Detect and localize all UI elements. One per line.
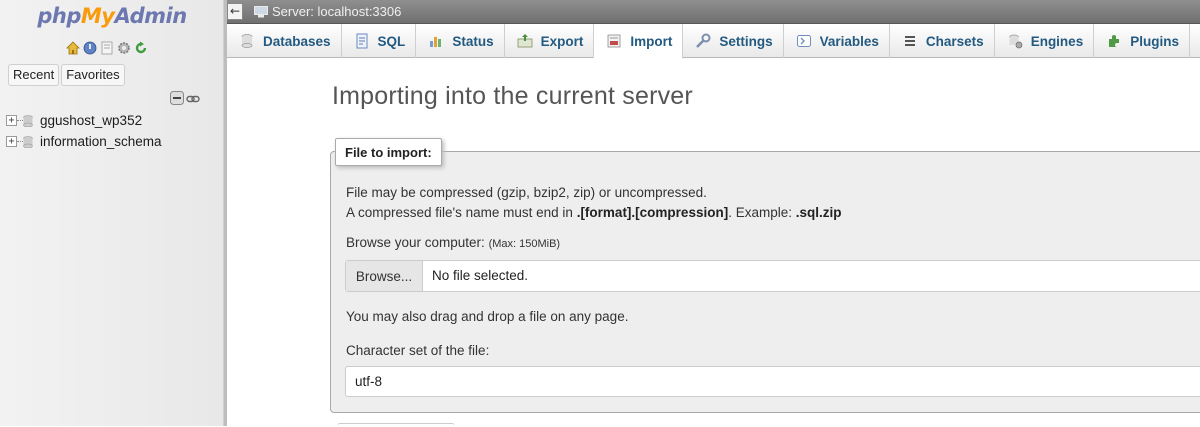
page-title: Importing into the current server	[332, 82, 693, 110]
import-icon	[607, 34, 621, 48]
server-breadcrumb-bar: ← Server: localhost:3306	[227, 0, 1200, 24]
browse-button[interactable]: Browse...	[346, 261, 423, 291]
tab-label: Plugins	[1130, 33, 1179, 49]
reload-icon[interactable]	[134, 41, 148, 55]
export-icon	[517, 34, 532, 48]
recent-favorites-tabs: Recent Favorites	[8, 64, 125, 86]
status-icon	[430, 37, 442, 47]
link-with-main-panel-icon[interactable]	[186, 93, 200, 108]
phpmyadmin-logo[interactable]: phpMyAdmin	[0, 4, 224, 28]
tab-import[interactable]: Import	[594, 24, 684, 59]
info-line-2: A compressed file's name must end in .[f…	[346, 204, 842, 220]
tab-label: Variables	[819, 33, 879, 49]
collapse-all-icon[interactable]	[170, 91, 184, 109]
tab-label: Engines	[1030, 33, 1084, 49]
expand-plus-icon[interactable]: +	[6, 115, 17, 126]
engines-icon	[1008, 34, 1023, 49]
sql-icon	[356, 33, 367, 49]
tab-label: Charsets	[925, 33, 984, 49]
docs-icon[interactable]	[100, 41, 114, 55]
tab-label: Settings	[719, 33, 773, 49]
charset-label: Character set of the file:	[346, 343, 490, 358]
tab-variables[interactable]: Variables	[784, 24, 890, 58]
database-name[interactable]: ggushost_wp352	[40, 113, 142, 128]
tab-label: Import	[630, 33, 673, 49]
plugins-icon	[1109, 35, 1120, 47]
home-icon[interactable]	[66, 41, 80, 55]
charset-select[interactable]: utf-8	[345, 366, 1200, 397]
database-item[interactable]: + information_schema	[6, 131, 162, 152]
tab-label: Status	[452, 33, 494, 49]
database-icon	[241, 34, 253, 48]
wrench-icon	[696, 33, 711, 48]
charsets-icon	[904, 36, 915, 46]
tab-plugins[interactable]: Plugins	[1094, 24, 1190, 58]
tab-databases[interactable]: Databases	[227, 24, 342, 58]
fieldset-legend: File to import:	[335, 138, 442, 166]
settings-icon[interactable]	[117, 41, 131, 55]
tab-charsets[interactable]: Charsets	[890, 24, 995, 58]
sidebar-resize-handle[interactable]	[224, 0, 227, 426]
tab-engines[interactable]: Engines	[995, 24, 1095, 58]
tab-settings[interactable]: Settings	[683, 24, 784, 58]
browse-label: Browse your computer: (Max: 150MiB)	[346, 235, 561, 250]
file-status: No file selected.	[432, 268, 529, 283]
database-icon	[23, 114, 33, 127]
compression-info: File may be compressed (gzip, bzip2, zip…	[346, 183, 842, 222]
tab-status[interactable]: Status	[416, 24, 505, 58]
database-icon	[23, 135, 33, 148]
database-tree: + ggushost_wp352 + information_schema	[6, 110, 162, 152]
tab-sql[interactable]: SQL	[342, 24, 417, 58]
database-name[interactable]: information_schema	[40, 134, 162, 149]
server-breadcrumb[interactable]: Server: localhost:3306	[272, 4, 401, 19]
tab-label: Export	[540, 33, 584, 49]
drag-drop-note: You may also drag and drop a file on any…	[346, 309, 629, 324]
server-menu-tabs: Databases SQL Status Export Import Setti…	[227, 24, 1200, 59]
recent-tab[interactable]: Recent	[8, 64, 60, 86]
database-item[interactable]: + ggushost_wp352	[6, 110, 162, 131]
tab-label: SQL	[377, 33, 406, 49]
next-fieldset-edge	[337, 423, 455, 427]
favorites-tab[interactable]: Favorites	[61, 64, 125, 86]
max-size-note: (Max: 150MiB)	[488, 238, 561, 250]
tab-export[interactable]: Export	[505, 24, 595, 58]
navigation-controls	[170, 91, 200, 109]
navigation-panel: phpMyAdmin Recent Favorites + ggushost_w…	[0, 0, 224, 426]
server-icon	[254, 6, 268, 22]
tab-label: Databases	[263, 33, 331, 49]
info-line-1: File may be compressed (gzip, bzip2, zip…	[346, 185, 707, 200]
quick-icons	[66, 39, 148, 57]
logout-icon[interactable]	[83, 41, 97, 55]
expand-plus-icon[interactable]: +	[6, 136, 17, 147]
collapse-sidebar-arrow-icon[interactable]: ←	[227, 3, 243, 20]
file-input[interactable]: Browse... No file selected.	[345, 260, 1200, 292]
variables-icon	[796, 35, 811, 47]
